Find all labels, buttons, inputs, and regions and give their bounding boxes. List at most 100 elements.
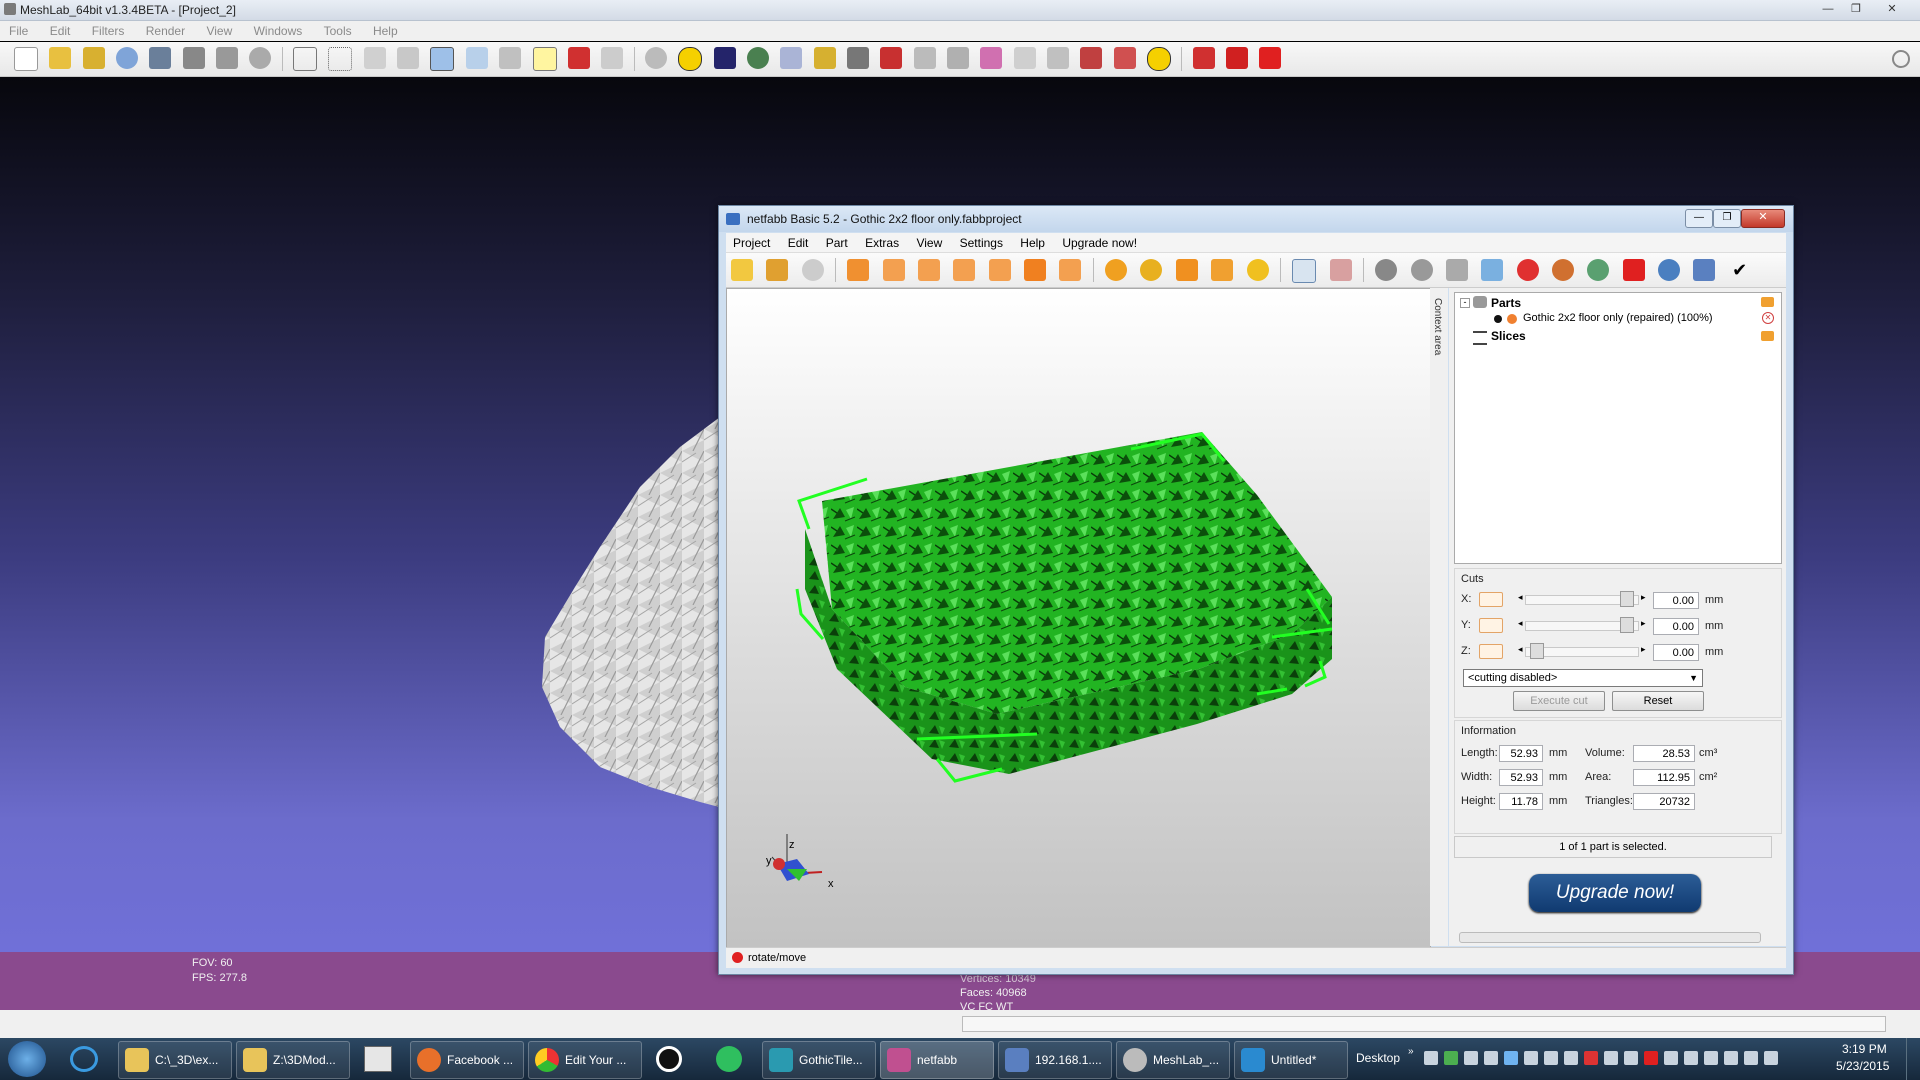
panel-scrollbar[interactable] (1459, 932, 1761, 943)
netfabb-maximize-button[interactable]: ❐ (1713, 209, 1741, 228)
select-vertices-icon[interactable] (746, 47, 769, 69)
slider-right-arrow-icon[interactable]: ▸ (1641, 644, 1646, 655)
slider-left-arrow-icon[interactable]: ◂ (1518, 618, 1523, 629)
reload-icon[interactable] (116, 47, 139, 69)
cut-color-swatch[interactable] (1479, 644, 1503, 659)
reset-button[interactable]: Reset (1612, 691, 1704, 711)
view-left-icon[interactable] (918, 259, 941, 281)
delete-vertices-icon[interactable] (1192, 47, 1215, 69)
tray-icon[interactable] (1444, 1051, 1458, 1065)
open-project-icon[interactable] (49, 47, 72, 69)
steam-icon[interactable] (656, 1046, 682, 1072)
section-icon[interactable] (1551, 259, 1574, 281)
menu-filters[interactable]: Filters (83, 21, 134, 38)
move-part-icon[interactable] (1445, 259, 1468, 281)
measure-icon[interactable] (1329, 259, 1352, 281)
tray-icon[interactable] (1424, 1051, 1438, 1065)
flat-shading-icon[interactable] (430, 47, 455, 71)
cut-slider-thumb[interactable] (1530, 643, 1544, 659)
cutting-mode-select[interactable]: <cutting disabled> ▼ (1463, 669, 1703, 687)
fancy-lighting-icon[interactable] (601, 47, 624, 69)
minimize-button[interactable]: — (1816, 1, 1840, 17)
save-icon[interactable] (149, 47, 172, 69)
menu-tools[interactable]: Tools (315, 21, 361, 38)
netfabb-3d-viewport[interactable]: x y z (726, 288, 1431, 948)
task-gothictile[interactable]: GothicTile... (762, 1041, 876, 1079)
rotate-view-icon[interactable] (1105, 259, 1128, 281)
pick-points-icon[interactable] (880, 47, 903, 69)
clock-time[interactable]: 3:19 PM (1842, 1042, 1887, 1056)
menu-extras[interactable]: Extras (858, 233, 906, 250)
slider-right-arrow-icon[interactable]: ▸ (1641, 618, 1646, 629)
task-explorer-2[interactable]: Z:\3DMod... (236, 1041, 350, 1079)
tree-slices[interactable]: Slices (1491, 329, 1526, 343)
paint-icon[interactable] (813, 47, 836, 69)
start-button[interactable] (8, 1041, 46, 1077)
align-icon[interactable] (913, 47, 936, 69)
print-icon[interactable] (249, 47, 272, 69)
desktop-toolbar[interactable]: Desktop (1356, 1051, 1400, 1065)
menu-view[interactable]: View (909, 233, 949, 250)
tray-icon[interactable] (1464, 1051, 1478, 1065)
close-button[interactable]: ✕ (1880, 1, 1904, 17)
checkmark-icon[interactable]: ✔ (1729, 259, 1751, 281)
execute-cut-button[interactable]: Execute cut (1513, 691, 1605, 711)
netfabb-close-button[interactable]: ✕ (1741, 209, 1785, 228)
folder-icon[interactable] (1761, 297, 1774, 307)
open-icon[interactable] (731, 259, 753, 281)
magnifier-icon[interactable] (1246, 259, 1269, 281)
cut-value-field[interactable]: 0.00 (1653, 644, 1699, 661)
task-remote[interactable]: 192.168.1.... (998, 1041, 1112, 1079)
trackball-icon[interactable] (644, 47, 667, 69)
remove-part-icon[interactable]: ✕ (1762, 312, 1774, 324)
view-right-icon[interactable] (953, 259, 976, 281)
menu-settings[interactable]: Settings (953, 233, 1010, 250)
raster-icon[interactable] (713, 47, 736, 69)
menu-part[interactable]: Part (819, 233, 855, 250)
folder-icon[interactable] (1761, 331, 1774, 341)
bluetooth-icon[interactable] (1624, 1051, 1638, 1065)
menu-help[interactable]: Help (1013, 233, 1052, 250)
app-window-icon[interactable] (364, 1046, 392, 1072)
apply-icon[interactable] (1657, 259, 1680, 281)
task-meshlab[interactable]: MeshLab_... (1116, 1041, 1230, 1079)
view-bottom-icon[interactable] (1024, 259, 1047, 281)
layers-icon[interactable] (216, 47, 239, 69)
scale-part-icon[interactable] (1481, 259, 1504, 281)
slider-left-arrow-icon[interactable]: ◂ (1518, 644, 1523, 655)
zoom-fit-icon[interactable] (1175, 259, 1198, 281)
green-mesh-part[interactable] (727, 289, 1430, 947)
ruler-icon[interactable] (1693, 259, 1716, 281)
flag-icon[interactable] (1684, 1051, 1698, 1065)
slider-left-arrow-icon[interactable]: ◂ (1518, 592, 1523, 603)
view-iso-icon[interactable] (1059, 259, 1082, 281)
reference-icon[interactable] (1013, 47, 1036, 69)
tray-icon[interactable] (1704, 1051, 1718, 1065)
zoom-selection-icon[interactable] (1211, 259, 1234, 281)
menu-windows[interactable]: Windows (245, 21, 312, 38)
menu-edit[interactable]: Edit (41, 21, 80, 38)
task-firefox[interactable]: Facebook ... (410, 1041, 524, 1079)
tray-icon[interactable] (1484, 1051, 1498, 1065)
analysis-icon[interactable] (1587, 259, 1610, 281)
view-front-icon[interactable] (847, 259, 870, 281)
slider-right-arrow-icon[interactable]: ▸ (1641, 592, 1646, 603)
delete-faces-icon[interactable] (1226, 47, 1249, 69)
menu-render[interactable]: Render (137, 21, 194, 38)
hidden-lines-icon[interactable] (397, 47, 420, 69)
task-netfabb[interactable]: netfabb (880, 1041, 994, 1079)
add-part-icon[interactable] (766, 259, 789, 281)
collapse-icon[interactable]: - (1460, 298, 1470, 308)
snapshot-icon[interactable] (182, 47, 205, 69)
search-icon[interactable] (1892, 50, 1910, 68)
smooth-shading-icon[interactable] (465, 47, 488, 69)
lighting-icon[interactable] (1410, 259, 1433, 281)
task-untitled[interactable]: Untitled* (1234, 1041, 1348, 1079)
light-bulb-icon[interactable] (532, 47, 557, 71)
new-project-icon[interactable] (14, 47, 38, 71)
volume-icon[interactable] (1764, 1051, 1778, 1065)
task-chrome[interactable]: Edit Your ... (528, 1041, 642, 1079)
tree-part-item[interactable]: Gothic 2x2 floor only (repaired) (100%) (1523, 312, 1713, 324)
upgrade-now-button[interactable]: Upgrade now! (1529, 874, 1701, 912)
manipulator-icon[interactable] (946, 47, 969, 69)
